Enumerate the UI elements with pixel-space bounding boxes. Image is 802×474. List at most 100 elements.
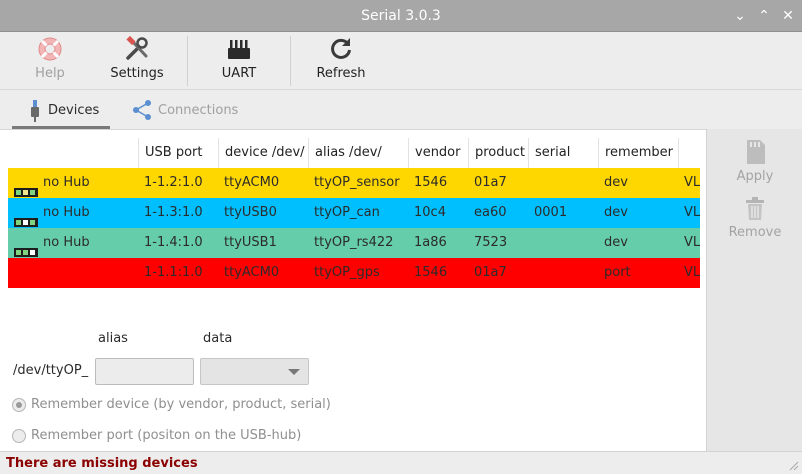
table-row[interactable]: no Hub 1-1.4:1.0 ttyUSB1 ttyOP_rs422 1a8… <box>8 228 700 258</box>
uart-label: UART <box>221 66 257 81</box>
tools-icon <box>126 36 148 60</box>
usb-hub-icon <box>14 239 38 257</box>
header-device[interactable]: device /dev/ <box>218 138 308 168</box>
vendor-cell: 10c4 <box>414 205 446 220</box>
header-product[interactable]: product <box>468 138 528 168</box>
share-icon <box>133 100 151 120</box>
product-cell: 7523 <box>474 235 508 250</box>
serial-cell <box>528 258 598 288</box>
hub-label: no Hub <box>43 205 90 220</box>
hub-cell: no Hub <box>8 228 138 258</box>
hub-label: no Hub <box>43 175 90 190</box>
tab-connections-label: Connections <box>158 102 239 118</box>
radio-remember-device[interactable]: Remember device (by vendor, product, ser… <box>12 397 331 412</box>
usb-hub-icon <box>14 179 38 197</box>
product-cell: ea60 <box>474 205 507 220</box>
refresh-label: Refresh <box>316 66 366 81</box>
radio-remember-port-label: Remember port (positon on the USB-hub) <box>31 428 302 443</box>
radio-remember-device-label: Remember device (by vendor, product, ser… <box>31 397 331 412</box>
usb-hub-icon <box>14 209 38 227</box>
usb-plug-icon <box>31 100 39 122</box>
window-title: Serial 3.0.3 <box>361 8 441 24</box>
sd-card-icon <box>747 140 765 164</box>
serial-cell <box>528 228 598 258</box>
device-cell: ttyUSB0 <box>224 205 277 220</box>
radio-remember-port[interactable]: Remember port (positon on the USB-hub) <box>12 428 301 443</box>
product-cell: 01a7 <box>474 175 507 190</box>
hub-cell: no Hub <box>8 168 138 198</box>
remember-cell: dev <box>604 235 628 250</box>
serial-cell: 0001 <box>534 205 568 220</box>
apply-button[interactable]: Apply <box>707 139 802 184</box>
resize-grip-icon[interactable] <box>789 461 799 471</box>
refresh-icon <box>331 38 351 59</box>
remember-cell: port <box>604 265 631 280</box>
remember-cell: dev <box>604 205 628 220</box>
product-cell: 01a7 <box>474 265 507 280</box>
tab-devices[interactable]: Devices <box>28 91 99 129</box>
device-cell: ttyUSB1 <box>224 235 277 250</box>
uart-button[interactable]: UART <box>212 36 266 88</box>
radio-button-checked[interactable] <box>12 397 26 412</box>
header-vendor[interactable]: vendor <box>408 138 468 168</box>
uart-connector-icon <box>228 40 250 59</box>
settings-label: Settings <box>110 66 164 81</box>
help-label: Help <box>35 66 65 81</box>
data-header: data <box>203 331 233 346</box>
usb-port-cell: 1-1.3:1.0 <box>144 205 203 220</box>
alias-cell: ttyOP_gps <box>314 265 380 280</box>
table-row[interactable]: no Hub 1-1.3:1.0 ttyUSB0 ttyOP_can 10c4 … <box>8 198 700 228</box>
help-button[interactable]: Help <box>22 36 78 88</box>
extra-cell: VL8 <box>684 205 700 220</box>
toolbar-separator <box>187 36 188 86</box>
alias-header: alias <box>98 331 128 346</box>
tab-devices-label: Devices <box>48 102 100 118</box>
apply-label: Apply <box>736 169 774 184</box>
maximize-button[interactable]: ⌃ <box>754 6 774 26</box>
close-button[interactable]: ✕ <box>778 6 798 26</box>
serial-cell <box>528 168 598 198</box>
alias-input[interactable] <box>95 358 194 385</box>
alias-cell: ttyOP_sensor <box>314 175 400 190</box>
devices-panel: USB port device /dev/ alias /dev/ vendor… <box>0 129 706 451</box>
trash-icon <box>746 197 764 220</box>
table-header: USB port device /dev/ alias /dev/ vendor… <box>8 138 700 168</box>
title-bar: Serial 3.0.3 ⌄ ⌃ ✕ <box>0 0 802 32</box>
header-hub[interactable] <box>8 138 138 168</box>
table-row[interactable]: 1-1.1:1.0 ttyACM0 ttyOP_gps 1546 01a7 po… <box>8 258 700 288</box>
status-bar: There are missing devices <box>0 451 802 474</box>
remove-button[interactable]: Remove <box>707 197 802 240</box>
side-actions: Apply Remove <box>706 129 802 451</box>
extra-cell: VL8 <box>684 175 700 190</box>
status-message: There are missing devices <box>6 456 198 471</box>
extra-cell: VL8 <box>684 235 700 250</box>
table-row[interactable]: no Hub 1-1.2:1.0 ttyACM0 ttyOP_sensor 15… <box>8 168 700 198</box>
vendor-cell: 1546 <box>414 265 448 280</box>
lifebuoy-icon <box>38 37 62 61</box>
hub-cell: no Hub <box>8 198 138 228</box>
dev-prefix-label: /dev/ttyOP_ <box>13 363 89 378</box>
alias-cell: ttyOP_rs422 <box>314 235 394 250</box>
minimize-button[interactable]: ⌄ <box>730 6 750 26</box>
device-cell: ttyACM0 <box>224 265 280 280</box>
data-select[interactable] <box>200 358 309 385</box>
usb-port-cell: 1-1.4:1.0 <box>144 235 203 250</box>
header-serial[interactable]: serial <box>528 138 598 168</box>
header-usb-port[interactable]: USB port <box>138 138 218 168</box>
refresh-button[interactable]: Refresh <box>310 36 372 88</box>
tab-bar: Devices Connections <box>0 91 802 129</box>
radio-button-unchecked[interactable] <box>12 428 26 443</box>
settings-button[interactable]: Settings <box>106 36 168 88</box>
usb-port-cell: 1-1.2:1.0 <box>144 175 203 190</box>
toolbar: Help Settings UART Refresh <box>0 32 802 90</box>
header-extra[interactable] <box>678 138 700 168</box>
hub-cell <box>8 258 138 288</box>
usb-port-cell: 1-1.1:1.0 <box>144 265 203 280</box>
header-alias[interactable]: alias /dev/ <box>308 138 408 168</box>
tab-connections[interactable]: Connections <box>132 91 238 129</box>
vendor-cell: 1a86 <box>414 235 447 250</box>
toolbar-separator <box>290 36 291 86</box>
device-cell: ttyACM0 <box>224 175 280 190</box>
header-remember[interactable]: remember <box>598 138 678 168</box>
vendor-cell: 1546 <box>414 175 448 190</box>
